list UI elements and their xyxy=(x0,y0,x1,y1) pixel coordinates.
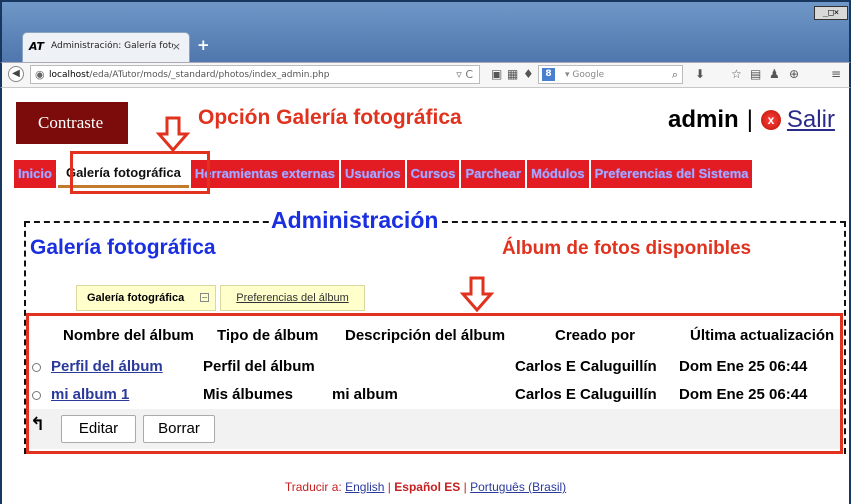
column-header-name[interactable]: Nombre del álbum xyxy=(63,327,194,344)
album-table-bottom-border xyxy=(26,451,843,454)
nav-tab-inicio[interactable]: Inicio xyxy=(14,160,56,188)
annotation-highlight-box xyxy=(70,151,210,194)
logout-icon[interactable]: x xyxy=(760,110,781,130)
search-icon[interactable]: ⌕ xyxy=(672,68,678,82)
url-host: localhost xyxy=(49,70,90,80)
album-creator: Carlos E Caluguillín xyxy=(515,386,657,403)
language-english[interactable]: English xyxy=(345,480,384,494)
window-controls[interactable]: _□× xyxy=(814,6,848,20)
album-name-link[interactable]: Perfil del álbum xyxy=(51,358,163,375)
addon-icon[interactable]: ♦ xyxy=(523,67,534,81)
search-box[interactable]: 8 ▾ Google ⌕ xyxy=(538,65,683,84)
album-creator: Carlos E Caluguillín xyxy=(515,358,657,375)
subtab-gallery[interactable]: Galería fotográfica − xyxy=(76,285,216,311)
collapse-icon[interactable]: − xyxy=(200,293,209,302)
album-type: Mis álbumes xyxy=(203,386,294,403)
url-text: localhost/eda/ATutor/mods/_standard/phot… xyxy=(49,70,329,80)
user-area: admin | x Salir xyxy=(668,102,835,138)
address-bar[interactable]: ◉ localhost/eda/ATutor/mods/_standard/ph… xyxy=(30,65,480,84)
annotation-arrow-down-icon xyxy=(460,276,494,312)
nav-tab-parchear[interactable]: Parchear xyxy=(461,160,526,188)
menu-icon[interactable]: ≡ xyxy=(831,67,841,81)
subtab-album-preferences[interactable]: Preferencias del álbum xyxy=(220,285,365,311)
grid-icon[interactable]: ▦ xyxy=(507,67,518,81)
bookmarks-icon[interactable]: ▤ xyxy=(750,67,761,81)
column-header-created-by[interactable]: Creado por xyxy=(555,327,635,344)
extension-icon[interactable]: ⊕ xyxy=(789,67,799,81)
album-type: Perfil del álbum xyxy=(203,358,315,375)
bookmark-star-icon[interactable]: ☆ xyxy=(731,67,742,81)
search-placeholder: ▾ Google xyxy=(565,70,605,80)
nav-tab-modulos[interactable]: Módulos xyxy=(527,160,589,188)
annotation-arrow-down-icon xyxy=(156,116,190,152)
username: admin xyxy=(668,106,739,133)
contrast-button[interactable]: Contraste xyxy=(16,102,128,144)
tab-title: Administración: Galería fotogr… xyxy=(51,41,173,51)
logout-link[interactable]: Salir xyxy=(787,106,835,134)
nav-tab-cursos[interactable]: Cursos xyxy=(406,160,460,188)
annotation-gallery-option: Opción Galería fotográfica xyxy=(198,106,462,129)
row-radio[interactable] xyxy=(32,363,41,372)
annotation-administration: Administración xyxy=(269,207,441,234)
browser-tab[interactable]: AT Administración: Galería fotogr… × xyxy=(22,32,190,62)
nav-tab-preferencias[interactable]: Preferencias del Sistema xyxy=(590,160,753,188)
language-spanish: Español ES xyxy=(394,480,461,494)
album-name-link[interactable]: mi album 1 xyxy=(51,386,129,403)
nav-tab-usuarios[interactable]: Usuarios xyxy=(341,160,405,188)
atutor-logo-icon: AT xyxy=(29,40,44,53)
column-header-description[interactable]: Descripción del álbum xyxy=(345,327,505,344)
home-icon[interactable]: ♟ xyxy=(769,67,780,81)
url-path: /eda/ATutor/mods/_standard/photos/index_… xyxy=(89,70,330,80)
annotation-albums: Álbum de fotos disponibles xyxy=(502,238,752,259)
edit-button[interactable]: Editar xyxy=(61,415,136,443)
language-footer: Traducir a: English | Español ES | Portu… xyxy=(0,480,851,494)
select-arrow-icon: ↰ xyxy=(30,414,46,435)
reload-icon[interactable]: ▿ C xyxy=(456,68,473,81)
album-description: mi album xyxy=(332,386,398,403)
language-portuguese[interactable]: Português (Brasil) xyxy=(470,480,566,494)
column-header-type[interactable]: Tipo de álbum xyxy=(217,327,318,344)
reader-icon[interactable]: ▣ xyxy=(491,67,502,81)
column-header-updated[interactable]: Última actualización xyxy=(690,327,834,344)
close-tab-icon[interactable]: × xyxy=(172,40,181,53)
album-updated: Dom Ene 25 06:44 xyxy=(679,358,808,375)
search-engine-icon: 8 xyxy=(542,68,555,81)
album-updated: Dom Ene 25 06:44 xyxy=(679,386,808,403)
nav-tab-herramientas[interactable]: Herramientas externas xyxy=(190,160,340,188)
new-tab-button[interactable]: + xyxy=(197,36,210,54)
language-separator: | xyxy=(387,480,391,494)
table-row[interactable]: Perfil del álbum Perfil del álbum Carlos… xyxy=(29,356,840,378)
table-row[interactable]: mi album 1 Mis álbumes mi album Carlos E… xyxy=(29,384,840,406)
download-icon[interactable]: ⬇ xyxy=(695,67,705,81)
page-title: Galería fotográfica xyxy=(30,236,216,259)
row-radio[interactable] xyxy=(32,391,41,400)
browser-navbar: ◀ ◉ localhost/eda/ATutor/mods/_standard/… xyxy=(0,62,851,88)
delete-button[interactable]: Borrar xyxy=(143,415,215,443)
site-info-icon[interactable]: ◉ xyxy=(35,68,45,81)
user-separator: | xyxy=(746,106,753,133)
subtab-gallery-label: Galería fotográfica xyxy=(87,292,185,304)
language-separator: | xyxy=(463,480,467,494)
translate-label: Traducir a: xyxy=(284,480,342,494)
back-button[interactable]: ◀ xyxy=(8,66,24,82)
